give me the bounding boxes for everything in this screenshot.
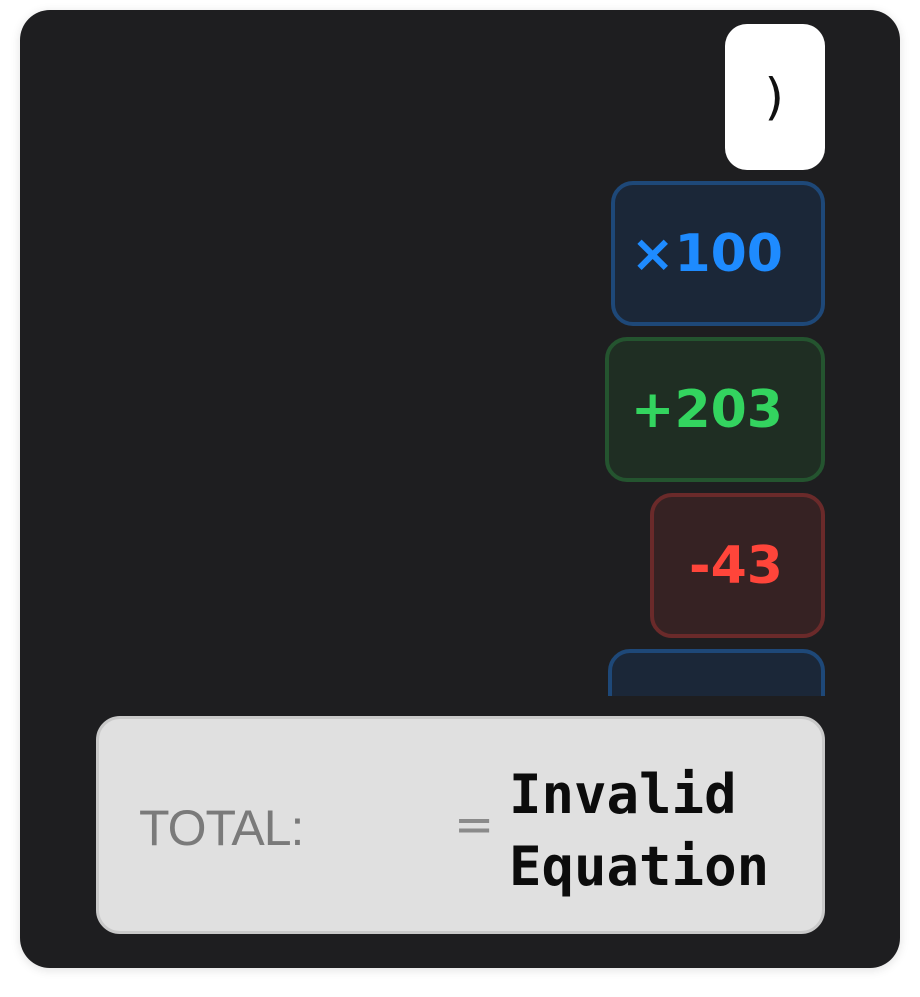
operation-tile-stack[interactable]: ) ×100 +203 -43 (20, 10, 900, 696)
add-tile[interactable]: +203 (605, 337, 825, 482)
game-card: ) ×100 +203 -43 TOTAL: = Invalid Equatio… (20, 10, 900, 968)
partially-visible-tile[interactable] (608, 649, 825, 696)
close-parenthesis-tile[interactable]: ) (725, 24, 825, 170)
multiply-tile[interactable]: ×100 (611, 181, 825, 326)
total-label: TOTAL: (139, 800, 304, 856)
total-result: Invalid Equation (509, 763, 770, 898)
subtract-tile[interactable]: -43 (650, 493, 825, 638)
equals-sign: = (454, 797, 495, 853)
total-bar: TOTAL: = Invalid Equation (96, 716, 825, 934)
